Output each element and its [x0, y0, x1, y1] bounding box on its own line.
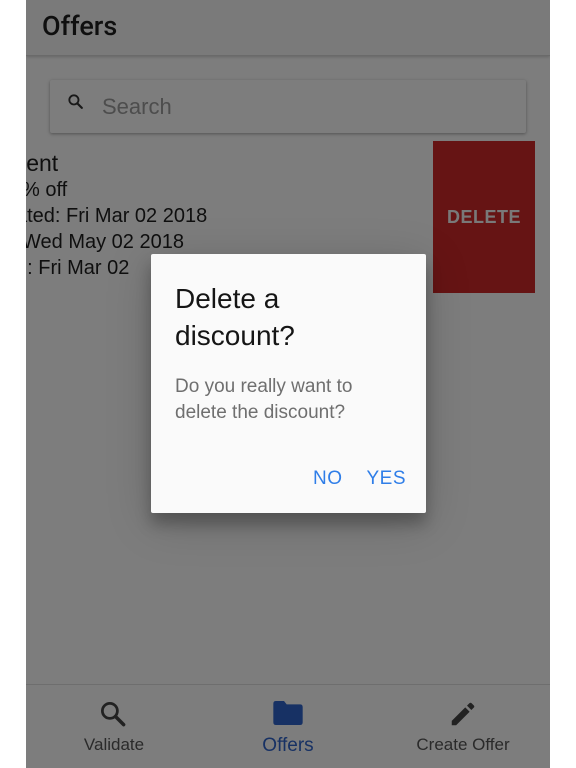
- dialog-message: Do you really want to delete the discoun…: [175, 376, 353, 423]
- dialog-title: Delete a discount?: [175, 283, 295, 351]
- yes-button[interactable]: YES: [360, 464, 412, 494]
- no-button[interactable]: NO: [307, 464, 349, 494]
- confirm-dialog: Delete a discount? Do you really want to…: [151, 254, 426, 513]
- dialog-actions: NO YES: [307, 464, 412, 494]
